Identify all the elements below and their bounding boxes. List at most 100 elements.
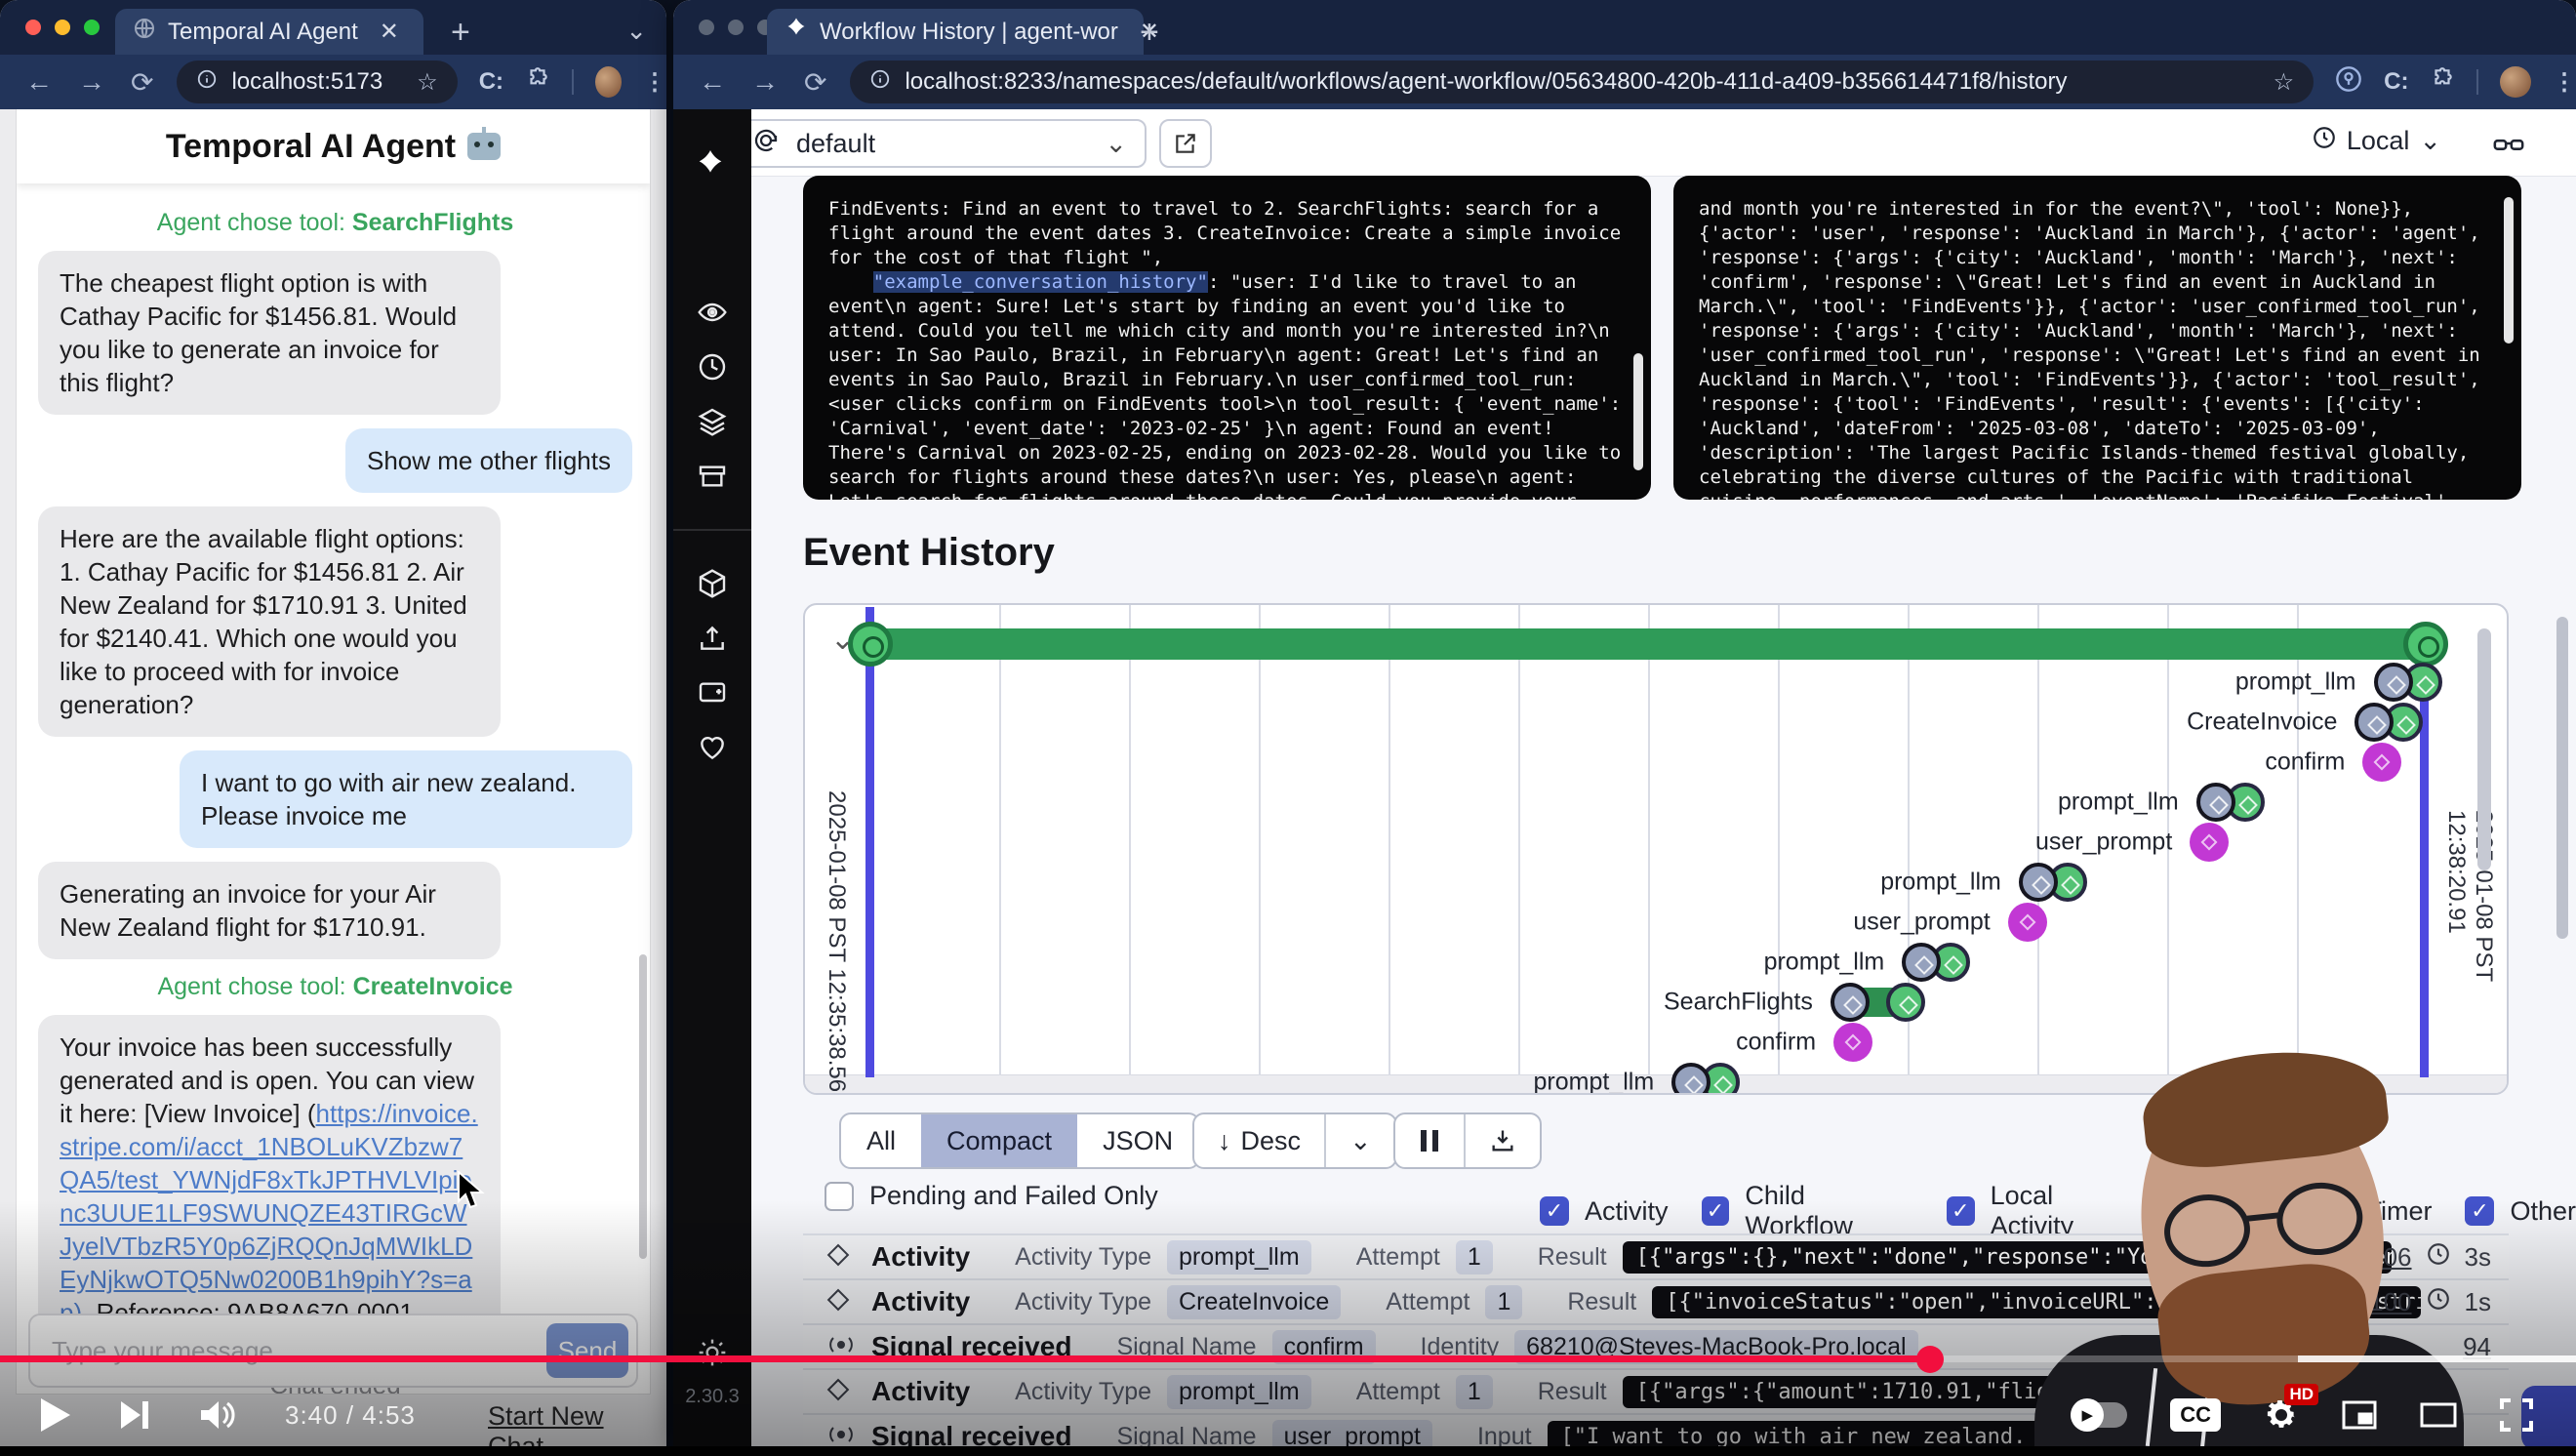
send-button[interactable]: Send: [546, 1323, 628, 1378]
traffic-lights[interactable]: [699, 20, 773, 35]
extensions-puzzle-icon[interactable]: [525, 66, 550, 99]
tab-workflow-history[interactable]: Workflow History | agent-wor ✕: [767, 9, 1144, 55]
page-scrollbar[interactable]: [2556, 617, 2568, 939]
play-button[interactable]: [39, 1396, 72, 1434]
open-in-new-button[interactable]: [1159, 119, 1212, 168]
reload-icon[interactable]: ⟳: [804, 66, 826, 99]
archive-icon[interactable]: [697, 461, 728, 492]
forward-icon[interactable]: →: [751, 66, 779, 98]
back-icon[interactable]: ←: [699, 66, 726, 98]
next-button[interactable]: [121, 1399, 150, 1431]
feedback-heart-icon[interactable]: [697, 732, 728, 763]
schedules-clock-icon[interactable]: [697, 351, 728, 383]
download-button[interactable]: [1466, 1114, 1540, 1167]
tab-search-chevron-icon[interactable]: ⌄: [625, 16, 647, 46]
filter-local-activity[interactable]: ✓Local Activity: [1947, 1181, 2137, 1241]
new-tab-button[interactable]: +: [451, 14, 470, 52]
activity-end-marker[interactable]: [1886, 983, 1925, 1022]
bookmark-star-icon[interactable]: ☆: [417, 68, 438, 97]
checkbox-checked[interactable]: ✓: [1702, 1196, 1730, 1226]
menu-kebab-icon[interactable]: ⋮: [2553, 68, 2576, 97]
new-tab-button[interactable]: +: [1140, 14, 1159, 52]
workflows-eye-icon[interactable]: [697, 297, 728, 328]
labs-glasses-icon[interactable]: [2492, 127, 2525, 165]
activity-start-marker[interactable]: [1671, 1063, 1711, 1095]
address-bar[interactable]: localhost:8233/namespaces/default/workfl…: [850, 61, 2314, 103]
activity-start-marker[interactable]: [1902, 943, 1941, 982]
code-scrollbar[interactable]: [1633, 353, 1643, 470]
back-icon[interactable]: ←: [25, 66, 53, 98]
traffic-lights[interactable]: [25, 20, 100, 35]
hd-quality-badge: HD: [2284, 1384, 2318, 1405]
colorzilla-extension-icon[interactable]: C:: [479, 68, 503, 96]
signal-marker[interactable]: [1833, 1023, 1872, 1062]
namespace-icon: [751, 126, 781, 162]
video-progress-bar[interactable]: [0, 1355, 2576, 1362]
tab-close-icon[interactable]: ✕: [380, 18, 399, 46]
fullscreen-button[interactable]: [2500, 1398, 2533, 1432]
bookmark-star-icon[interactable]: ☆: [2274, 68, 2295, 97]
activity-start-marker[interactable]: [2374, 663, 2413, 702]
site-info-icon[interactable]: [196, 68, 218, 97]
activity-start-marker[interactable]: [2355, 703, 2394, 742]
import-screen-icon[interactable]: [697, 677, 728, 708]
tab-strip: Workflow History | agent-wor ✕ +: [673, 0, 2576, 55]
codec-cube-icon[interactable]: [697, 568, 728, 599]
theater-mode-button[interactable]: [2420, 1402, 2457, 1428]
filter-activity[interactable]: ✓Activity: [1540, 1181, 1669, 1241]
colorzilla-extension-icon[interactable]: C:: [2384, 68, 2408, 96]
workflow-result-code[interactable]: and month you're interested in for the e…: [1673, 176, 2521, 500]
share-upload-icon[interactable]: [697, 623, 728, 654]
event-history-title: Event History: [803, 531, 1055, 575]
miniplayer-button[interactable]: [2342, 1400, 2377, 1430]
menu-kebab-icon[interactable]: ⋮: [643, 68, 666, 97]
signal-marker[interactable]: [2190, 823, 2229, 862]
signal-marker[interactable]: [2362, 743, 2401, 782]
checkbox-checked[interactable]: ✓: [2465, 1196, 2494, 1226]
checkbox-checked[interactable]: ✓: [1947, 1196, 1975, 1226]
forward-icon[interactable]: →: [78, 66, 105, 98]
captions-button[interactable]: CC: [2170, 1398, 2221, 1432]
video-scrubber-handle[interactable]: [1916, 1346, 1944, 1373]
filter-child-workflow[interactable]: ✓Child Workflow: [1702, 1181, 1913, 1241]
reload-icon[interactable]: ⟳: [131, 66, 153, 99]
start-new-chat-link[interactable]: Start New Chat: [488, 1401, 666, 1447]
event-history-timeline[interactable]: ⌄ 2025-01-08 PST 12:35:38.56 2025-01-08 …: [803, 603, 2509, 1095]
activity-start-marker[interactable]: [2196, 783, 2235, 822]
profile-avatar[interactable]: [595, 66, 622, 98]
activity-start-marker[interactable]: [2019, 863, 2058, 902]
tab-all[interactable]: All: [841, 1114, 921, 1167]
settings-gear-icon[interactable]: HD: [2264, 1397, 2299, 1433]
autoplay-toggle[interactable]: [2071, 1402, 2127, 1428]
address-bar[interactable]: localhost:5173 ☆: [177, 61, 457, 103]
span-end-marker[interactable]: [2403, 622, 2448, 667]
timeline-scrollbar[interactable]: [2477, 628, 2491, 870]
activity-start-marker[interactable]: [1831, 983, 1870, 1022]
theme-sun-icon[interactable]: [697, 1337, 728, 1368]
extensions-puzzle-icon[interactable]: [2430, 66, 2455, 99]
workflow-span-bar[interactable]: [869, 628, 2428, 660]
tab-compact[interactable]: Compact: [921, 1114, 1077, 1167]
tab-json[interactable]: JSON: [1077, 1114, 1198, 1167]
sort-desc[interactable]: ↓Desc: [1194, 1114, 1324, 1167]
namespace-select[interactable]: default ⌄: [732, 119, 1147, 168]
signal-marker[interactable]: [2008, 903, 2047, 942]
filter-other[interactable]: ✓Other: [2465, 1181, 2576, 1241]
code-scrollbar[interactable]: [2504, 197, 2514, 344]
tab-temporal-ai-agent[interactable]: Temporal AI Agent ✕: [115, 9, 423, 55]
site-info-icon[interactable]: [869, 68, 891, 97]
sort-menu-chevron[interactable]: ⌄: [1326, 1114, 1395, 1167]
invoice-link[interactable]: https://invoice.stripe.com/i/acct_1NBOLu…: [60, 1099, 478, 1327]
timezone-select[interactable]: Local ⌄: [2312, 125, 2441, 157]
checkbox-checked[interactable]: ✓: [1540, 1196, 1569, 1226]
volume-button[interactable]: [199, 1398, 236, 1432]
profile-avatar[interactable]: [2500, 66, 2531, 98]
chat-scrollbar[interactable]: [639, 954, 647, 1259]
onepassword-extension-icon[interactable]: [2335, 65, 2362, 100]
workflow-input-code[interactable]: FindEvents: Find an event to travel to 2…: [803, 176, 1651, 500]
temporal-logo-icon[interactable]: [695, 148, 726, 180]
collapse-chevron-icon[interactable]: ⌄: [830, 623, 855, 657]
pause-button[interactable]: [1395, 1114, 1464, 1167]
checkbox-unchecked[interactable]: [825, 1182, 854, 1211]
namespaces-layers-icon[interactable]: [697, 406, 728, 437]
